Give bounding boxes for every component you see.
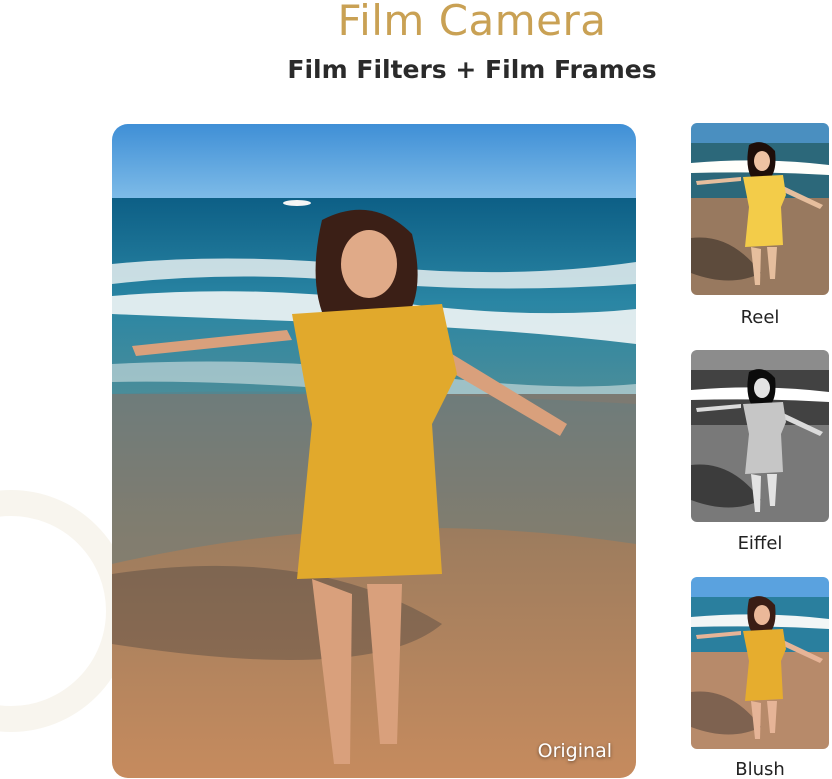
filter-label-blush: Blush — [735, 759, 785, 779]
page-subtitle: Film Filters + Film Frames — [287, 55, 657, 84]
page-title: Film Camera — [337, 0, 607, 45]
filter-thumbnail-reel[interactable] — [691, 123, 829, 295]
page: Film Camera Film Filters + Film Frames O… — [0, 0, 832, 779]
eiffel-preview-image — [691, 350, 829, 522]
original-caption: Original — [537, 740, 612, 762]
filter-label-eiffel: Eiffel — [737, 533, 783, 554]
filter-thumbnail-blush[interactable] — [691, 577, 829, 749]
blush-preview-image — [691, 577, 829, 749]
beach-photo-illustration — [112, 124, 636, 778]
filter-label-reel: Reel — [740, 307, 780, 328]
original-photo[interactable]: Original — [112, 124, 636, 778]
filter-thumbnail-eiffel[interactable] — [691, 350, 829, 522]
reel-preview-image — [691, 123, 829, 295]
